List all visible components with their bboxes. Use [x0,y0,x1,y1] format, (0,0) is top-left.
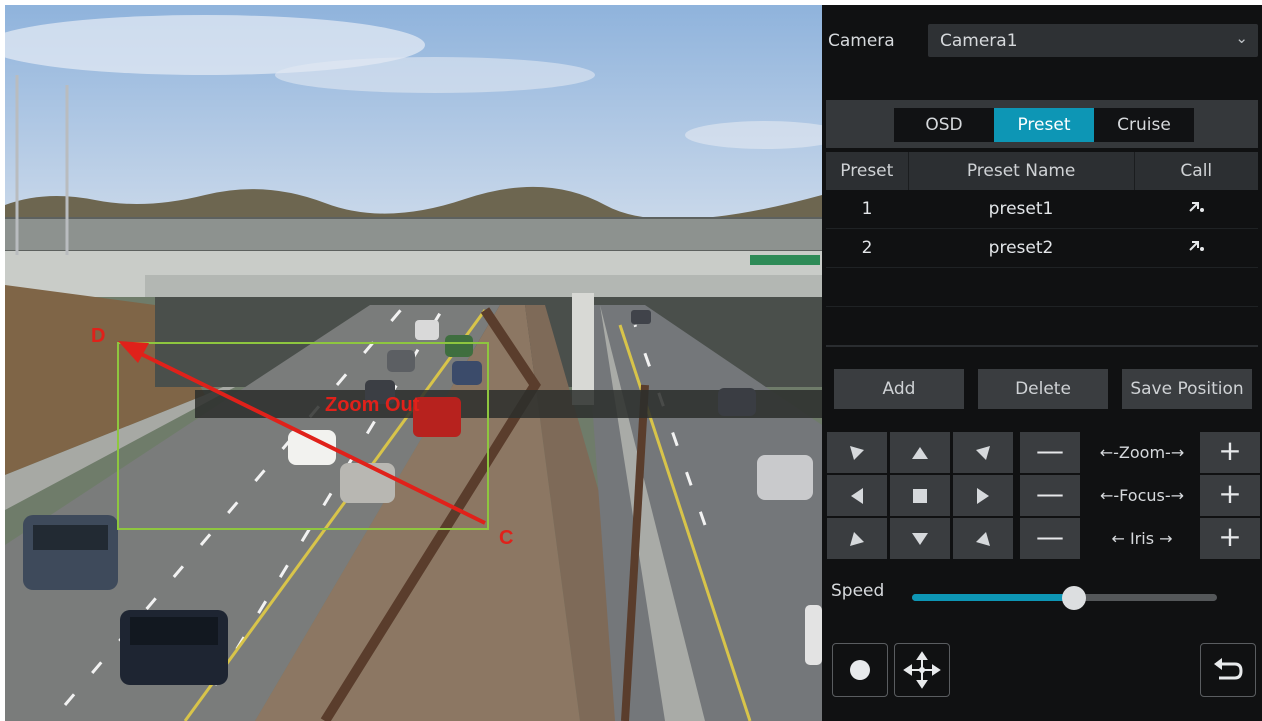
add-button[interactable]: Add [834,369,964,409]
call-preset-icon[interactable] [1134,229,1258,267]
focus-far-button[interactable]: + [1200,475,1260,516]
ptz-control-panel: Camera Camera1 ⌄ OSD Preset Cruise Prese… [822,5,1262,721]
record-button[interactable] [832,643,888,697]
pan-up-right-button[interactable] [953,432,1013,473]
tilt-down-button[interactable] [890,518,950,559]
arrow-down-icon [912,533,928,545]
iris-close-button[interactable]: — [1020,518,1080,559]
camera-label: Camera [828,31,895,51]
arrow-up-left-icon [850,446,864,460]
iris-open-button[interactable]: + [1200,518,1260,559]
tab-bar: OSD Preset Cruise [894,108,1194,142]
tab-osd[interactable]: OSD [894,108,994,142]
zoom-in-button[interactable]: + [1200,432,1260,473]
zoom-out-button[interactable]: — [1020,432,1080,473]
camera-select-value: Camera1 [940,31,1018,51]
stop-square-icon [913,489,927,503]
ptz-move-button[interactable] [894,643,950,697]
speed-label: Speed [831,581,885,601]
arrow-left-icon [851,488,863,504]
back-button[interactable] [1200,643,1256,697]
delete-button[interactable]: Delete [978,369,1108,409]
tab-cruise[interactable]: Cruise [1094,108,1194,142]
return-icon [1214,658,1243,680]
arrow-up-right-icon [976,446,990,460]
table-row[interactable]: 2 preset2 [826,229,1258,268]
speed-slider[interactable] [912,586,1217,610]
header-preset-name: Preset Name [909,152,1135,190]
tab-preset[interactable]: Preset [994,108,1094,142]
focus-near-button[interactable]: — [1020,475,1080,516]
header-preset: Preset [826,152,909,190]
preset-number: 2 [861,238,873,258]
pan-down-left-button[interactable] [827,518,887,559]
pan-right-button[interactable] [953,475,1013,516]
zoom-label: ←-Zoom-→ [1099,443,1185,462]
highway-scene [5,5,822,721]
camera-live-view[interactable]: D C Zoom Out [5,5,822,721]
preset-name: preset2 [988,238,1054,258]
camera-select[interactable]: Camera1 ⌄ [928,24,1258,57]
speed-slider-handle[interactable] [1061,586,1086,610]
tilt-up-button[interactable] [890,432,950,473]
header-call: Call [1180,161,1213,181]
pan-down-right-button[interactable] [953,518,1013,559]
table-row[interactable]: 1 preset1 [826,190,1258,229]
point-d-label: D [91,325,106,347]
zoom-out-label: Zoom Out [325,394,420,416]
preset-name: preset1 [988,199,1054,219]
table-row-empty [826,307,1258,346]
preset-table: Preset Preset Name Call 1 preset1 2 pres… [826,152,1258,346]
iris-label: ← Iris → [1111,529,1173,548]
speed-slider-fill [912,594,1074,601]
move-arrows-icon [903,651,941,689]
record-icon [850,660,870,680]
point-c-label: C [499,527,514,549]
chevron-down-icon: ⌄ [1235,29,1248,47]
arrow-up-icon [912,447,928,459]
pan-up-left-button[interactable] [827,432,887,473]
ptz-stop-button[interactable] [890,475,950,516]
arrow-down-left-icon [850,532,864,546]
table-row-empty [826,268,1258,307]
save-position-button[interactable]: Save Position [1122,369,1252,409]
preset-number: 1 [861,199,873,219]
table-header: Preset Preset Name Call [826,152,1258,190]
focus-label: ←-Focus-→ [1099,486,1185,505]
pan-left-button[interactable] [827,475,887,516]
arrow-down-right-icon [976,532,990,546]
table-divider [826,345,1258,347]
arrow-right-icon [977,488,989,504]
call-preset-icon[interactable] [1134,190,1258,228]
